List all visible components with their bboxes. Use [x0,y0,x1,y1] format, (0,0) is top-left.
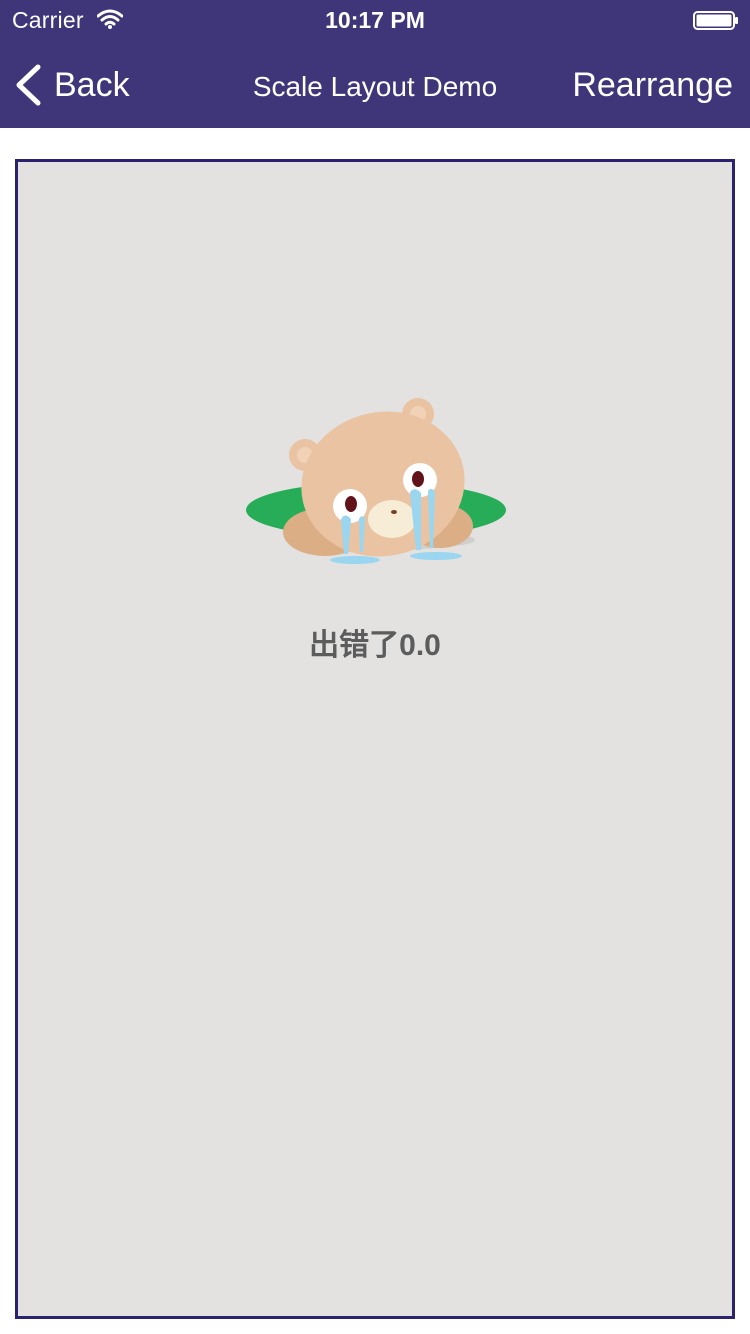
status-time: 10:17 PM [325,7,425,33]
error-message: 出错了0.0 [309,629,441,662]
status-bar: Carrier 10:17 PM [0,0,750,40]
battery-icon [693,11,738,30]
rearrange-button[interactable]: Rearrange [572,64,733,106]
scale-layout-container: 出错了0.0 [15,159,735,1319]
crying-bear-icon [246,398,506,564]
navigation-bar: Back Scale Layout Demo Rearrange [0,40,750,128]
